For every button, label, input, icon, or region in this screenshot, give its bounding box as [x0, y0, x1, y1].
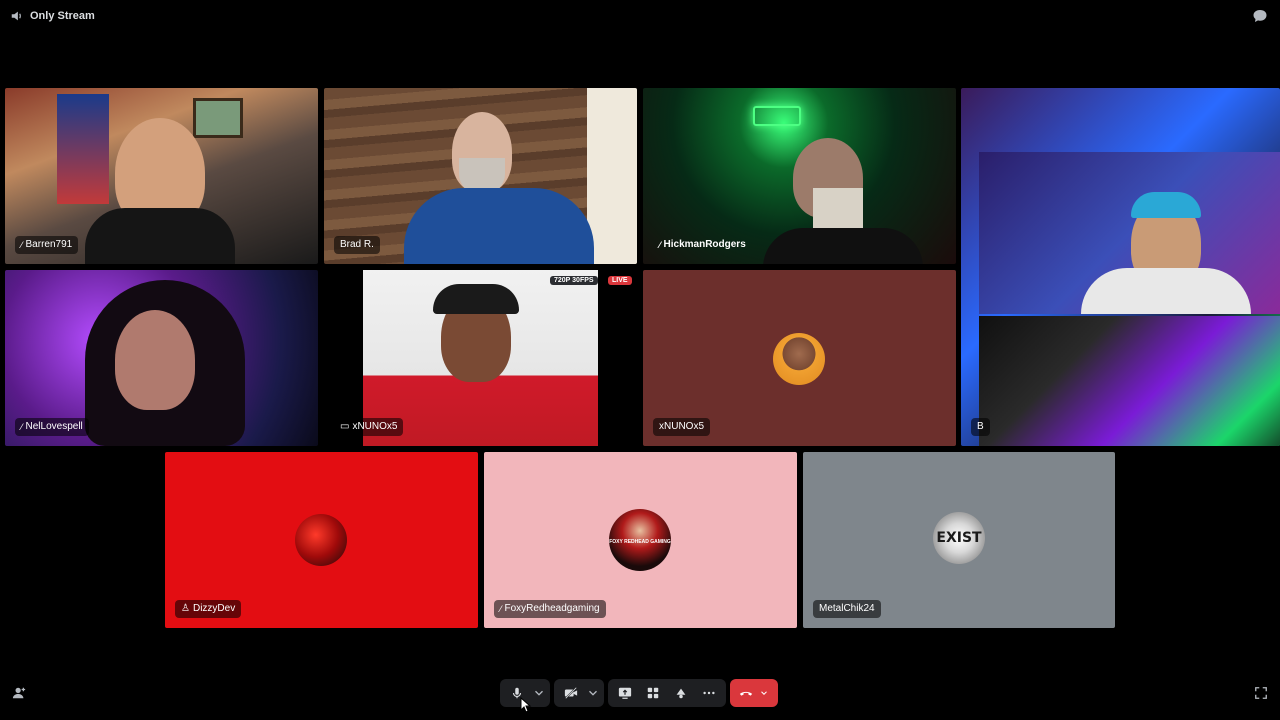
participant-body: [1081, 268, 1251, 314]
participant-body: [763, 228, 923, 264]
participant-label: ♙ DizzyDev: [175, 600, 242, 618]
live-badge: LIVE: [608, 276, 632, 285]
mic-muted-icon: ⁄: [500, 604, 502, 614]
participant-label: ⁄ FoxyRedheadgaming: [494, 600, 606, 618]
channel-title: Only Stream: [30, 10, 95, 22]
mic-muted-icon: ⁄: [21, 240, 23, 250]
add-user-icon: [12, 687, 26, 699]
mic-options-button[interactable]: [532, 681, 546, 705]
participant-name: xNUNOx5: [659, 421, 705, 432]
camera-button[interactable]: [558, 681, 584, 705]
add-user-button[interactable]: [10, 684, 28, 702]
participant-label: MetalChik24: [813, 600, 881, 618]
call-controls: [500, 678, 778, 708]
activities-button[interactable]: [640, 681, 666, 705]
activity-control-group: [608, 679, 726, 707]
top-bar: Only Stream: [0, 0, 1280, 32]
participant-headset: [433, 284, 519, 314]
participant-avatar: [773, 333, 825, 385]
video-tile-xnuno-stream[interactable]: 720P 30FPS LIVE ▭ xNUNOx5: [324, 270, 637, 446]
participant-avatar: EXIST: [933, 512, 985, 564]
participant-avatar: FOXY REDHEAD GAMING: [609, 509, 671, 571]
fullscreen-icon: [1255, 687, 1267, 699]
neon-sign-decor: [753, 106, 801, 126]
chevron-down-icon: [535, 690, 543, 696]
fullscreen-button[interactable]: [1252, 684, 1270, 702]
screen-share-icon: ▭: [340, 421, 350, 432]
video-tile-metal[interactable]: EXIST MetalChik24: [803, 452, 1115, 628]
mic-muted-icon: ⁄: [21, 422, 23, 432]
participant-body: [404, 188, 594, 264]
participant-label: ⁄ HickmanRodgers: [653, 236, 752, 254]
participant-name: DizzyDev: [192, 603, 236, 614]
more-options-button[interactable]: [696, 681, 722, 705]
camera-options-button[interactable]: [586, 681, 600, 705]
soundboard-button[interactable]: [668, 681, 694, 705]
video-tile-dizzy[interactable]: ♙ DizzyDev: [165, 452, 478, 628]
participant-cap: [1131, 192, 1201, 218]
participant-label: ⁄ Barren791: [15, 236, 79, 254]
participant-label: Brad R.: [334, 236, 380, 254]
more-horizontal-icon: [703, 691, 715, 695]
video-tile-brad[interactable]: Brad R.: [324, 88, 637, 264]
participant-name: Barren791: [25, 239, 73, 250]
playstation-icon: ♙: [181, 603, 190, 614]
camera-control-group: [554, 679, 604, 707]
avatar-text: FOXY REDHEAD GAMING: [609, 539, 671, 545]
participant-avatar: [295, 514, 347, 566]
camera-off-icon: [564, 687, 578, 699]
video-tile-hickman[interactable]: ⁄ HickmanRodgers: [643, 88, 956, 264]
participant-label: B: [971, 418, 990, 436]
avatar-text: EXIST: [936, 530, 982, 546]
video-tile-xnuno-avatar[interactable]: xNUNOx5: [643, 270, 956, 446]
participant-name: Brad R.: [340, 239, 374, 250]
chat-bubble-icon[interactable]: [1252, 8, 1268, 24]
soundboard-icon: [676, 688, 686, 699]
participant-name: FoxyRedheadgaming: [504, 603, 600, 614]
participant-name: HickmanRodgers: [663, 239, 746, 250]
video-tile-barren[interactable]: ⁄ Barren791: [5, 88, 318, 264]
wall-frame: [193, 98, 243, 138]
video-tile-stream-overlay[interactable]: B: [961, 88, 1280, 446]
hang-up-icon: [739, 691, 753, 696]
participant-label: ▭ xNUNOx5: [334, 418, 404, 436]
window-light: [587, 88, 637, 264]
poster-decor: [57, 94, 109, 204]
share-screen-button[interactable]: [612, 681, 638, 705]
participant-name: MetalChik24: [819, 603, 875, 614]
video-tile-foxy[interactable]: FOXY REDHEAD GAMING ⁄ FoxyRedheadgaming: [484, 452, 797, 628]
video-tile-nell[interactable]: ⁄ NelLovespell: [5, 270, 318, 446]
pc-case-view: [979, 316, 1280, 446]
disconnect-button[interactable]: [730, 679, 778, 707]
speaker-icon: [10, 9, 24, 23]
chevron-down-icon: [589, 690, 597, 696]
chevron-down-icon: [761, 691, 767, 695]
activities-icon: [647, 687, 659, 699]
participant-name: B: [977, 421, 984, 432]
participant-name: NelLovespell: [25, 421, 83, 432]
mouse-cursor: [520, 696, 532, 713]
screen-share-icon: [618, 687, 632, 699]
participant-name: xNUNOx5: [352, 421, 398, 432]
participant-label: ⁄ NelLovespell: [15, 418, 89, 436]
quality-badge: 720P 30FPS: [550, 276, 598, 285]
mic-muted-icon: ⁄: [659, 240, 661, 250]
participant-body: [85, 208, 235, 264]
participant-face: [115, 310, 195, 410]
participant-label: xNUNOx5: [653, 418, 711, 436]
